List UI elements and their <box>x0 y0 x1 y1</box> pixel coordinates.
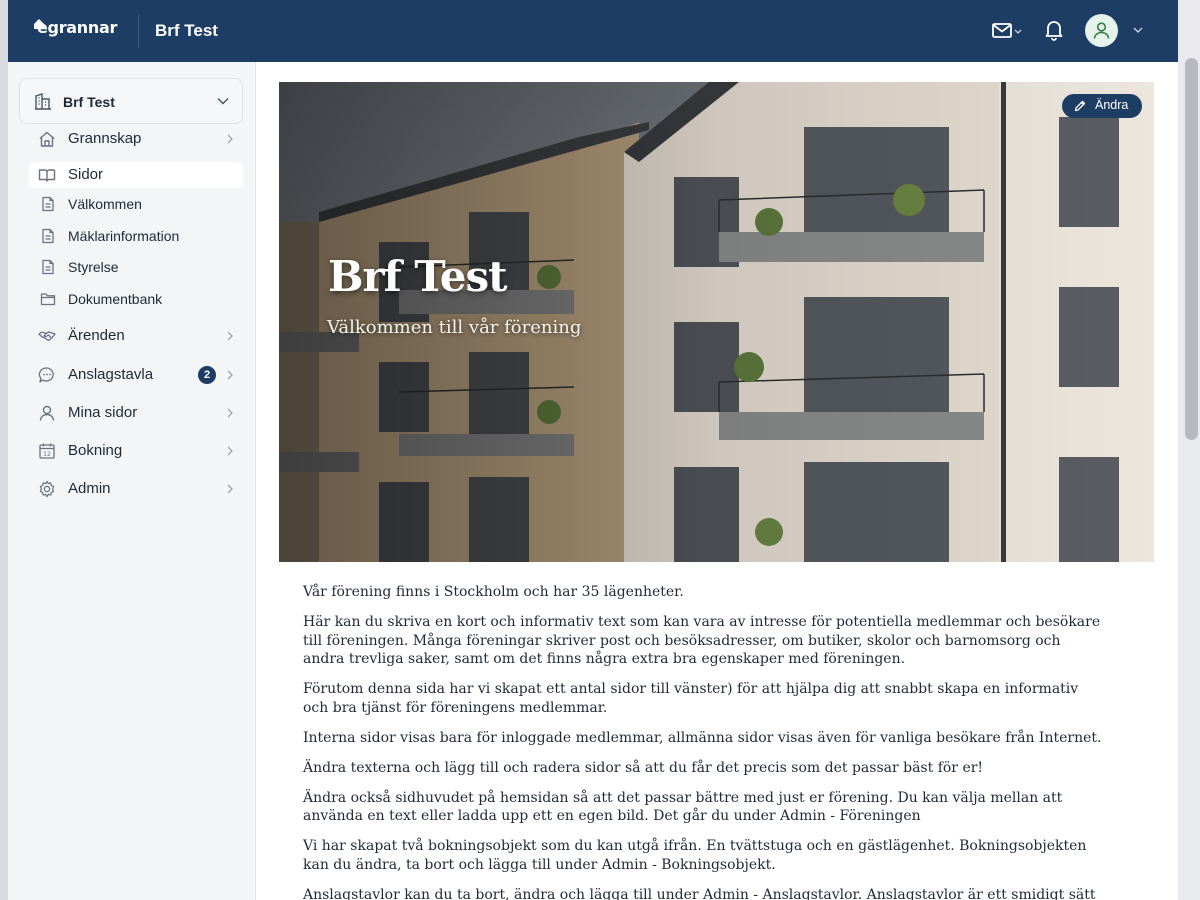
document-icon <box>42 259 54 275</box>
association-title[interactable]: Brf Test <box>155 21 218 41</box>
main-content: Brf Test Välkommen till vår förening Änd… <box>256 62 1178 900</box>
header-divider <box>138 14 139 48</box>
chevron-right-icon <box>227 134 233 144</box>
body-paragraph: Vår förening finns i Stockholm och har 3… <box>303 584 684 600</box>
hero-title: Brf Test <box>328 252 508 301</box>
sidebar-subitem-dokumentbank[interactable]: Dokumentbank <box>29 286 243 312</box>
page-body: Vår förening finns i Stockholm och har 3… <box>303 583 1103 900</box>
sidebar-subitem-label: Välkommen <box>68 196 142 212</box>
calendar-icon: 12 <box>39 443 55 459</box>
gear-icon <box>39 480 55 498</box>
sidebar-item-label: Anslagstavla <box>68 366 154 383</box>
chevron-right-icon <box>227 408 233 418</box>
avatar[interactable] <box>1085 14 1118 47</box>
unread-count-badge: 2 <box>198 366 216 384</box>
egrannar-logo[interactable]: egrannar <box>33 18 117 37</box>
mail-button[interactable] <box>992 20 1026 42</box>
hero-banner: Brf Test Välkommen till vår förening Änd… <box>279 82 1154 562</box>
hero-subtitle: Välkommen till vår förening <box>327 317 582 338</box>
sidebar-item-label: Sidor <box>68 166 104 183</box>
association-selector-label: Brf Test <box>63 94 115 110</box>
chevron-down-icon <box>217 97 229 105</box>
body-paragraph: Ändra texterna och lägg till och radera … <box>303 759 984 776</box>
user-icon <box>1093 22 1110 39</box>
folder-icon <box>40 293 56 306</box>
sidebar-item-sidor[interactable]: Sidor <box>29 162 243 188</box>
sidebar-item-label: Mina sidor <box>68 404 138 421</box>
sidebar-subitem-styrelse[interactable]: Styrelse <box>29 254 243 280</box>
chevron-right-icon <box>227 370 233 380</box>
sidebar-subitem-maklarinformation[interactable]: Mäklarinformation <box>29 223 243 249</box>
edit-header-label: Ändra <box>1095 98 1129 112</box>
book-icon <box>38 169 56 182</box>
sidebar-subitem-label: Dokumentbank <box>68 291 163 307</box>
sidebar-item-arenden[interactable]: Ärenden <box>29 323 243 349</box>
svg-text:12: 12 <box>43 451 51 458</box>
notifications-button[interactable] <box>1044 19 1064 41</box>
document-icon <box>42 228 54 244</box>
sidebar: Brf Test Grannskap Sidor Välkommen Mäkla… <box>8 62 256 900</box>
top-navigation-bar: egrannar Brf Test <box>8 0 1178 62</box>
body-paragraph: Ändra också sidhuvudet på hemsidan så at… <box>303 789 1063 825</box>
chevron-right-icon <box>227 446 233 456</box>
chevron-right-icon <box>227 484 233 494</box>
edit-header-button[interactable]: Ändra <box>1062 94 1142 118</box>
chevron-right-icon <box>227 331 233 341</box>
user-menu-chevron-icon[interactable] <box>1132 25 1144 35</box>
body-paragraph: Förutom denna sida har vi skapat ett ant… <box>303 681 1079 716</box>
body-paragraph: Vi har skapat två bokningsobjekt som du … <box>303 838 1087 873</box>
sidebar-item-bokning[interactable]: 12 Bokning <box>29 438 243 464</box>
body-paragraph: Här kan du skriva en kort och informativ… <box>303 614 1101 667</box>
association-selector[interactable]: Brf Test <box>19 78 243 124</box>
sidebar-item-mina-sidor[interactable]: Mina sidor <box>29 400 243 426</box>
bell-icon <box>1045 21 1063 41</box>
home-icon <box>39 131 55 147</box>
sidebar-item-label: Grannskap <box>68 130 142 147</box>
mail-icon <box>992 23 1022 38</box>
logo-house-icon <box>34 19 44 29</box>
document-icon <box>42 196 54 212</box>
scrollbar-thumb[interactable] <box>1185 58 1198 440</box>
sidebar-item-admin[interactable]: Admin <box>29 476 243 502</box>
logo-text: egrannar <box>37 18 118 37</box>
body-paragraph: Interna sidor visas bara för inloggade m… <box>303 729 1102 746</box>
sidebar-subitem-valkommen[interactable]: Välkommen <box>29 191 243 217</box>
sidebar-subitem-label: Mäklarinformation <box>68 228 180 244</box>
building-icon <box>35 93 51 110</box>
sidebar-item-grannskap[interactable]: Grannskap <box>29 126 243 152</box>
pencil-icon <box>1074 100 1086 112</box>
chat-icon <box>38 367 54 383</box>
sidebar-item-anslagstavla[interactable]: Anslagstavla 2 <box>29 362 243 388</box>
sidebar-item-label: Bokning <box>68 442 123 459</box>
body-paragraph: Anslagstavlor kan du ta bort, ändra och … <box>303 886 1096 900</box>
handshake-icon <box>38 331 56 342</box>
app-window: egrannar Brf Test Brf Test Grannskap Sid… <box>8 0 1178 900</box>
sidebar-item-label: Admin <box>68 480 111 497</box>
sidebar-subitem-label: Styrelse <box>68 259 119 275</box>
user-icon <box>39 405 55 421</box>
sidebar-item-label: Ärenden <box>68 327 125 344</box>
